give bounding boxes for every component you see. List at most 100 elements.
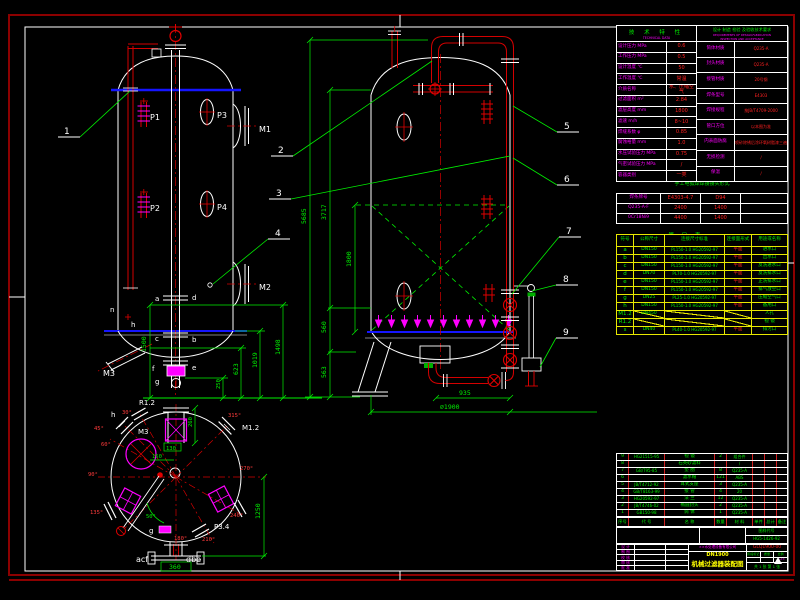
bom-mat: 组合件 bbox=[727, 454, 753, 460]
req-row-value: 以本图为准 bbox=[751, 124, 771, 129]
company-name: ××水处理设备有限公司 bbox=[689, 545, 746, 552]
nozzle-p2 bbox=[137, 189, 150, 218]
callout-3: 3 bbox=[276, 189, 282, 199]
nozzle-h-face: 连接面形式 bbox=[725, 235, 752, 246]
bom-note bbox=[777, 489, 787, 495]
bom-unit-weight bbox=[753, 468, 765, 474]
signature-role: 校 核 bbox=[617, 555, 635, 560]
nozzle-sym: a bbox=[617, 247, 634, 254]
req-row-label: 焊条型号 bbox=[697, 88, 735, 104]
mid-view-dimensions bbox=[305, 36, 597, 416]
tech-row: 气密试验压力 MPa / bbox=[617, 160, 696, 172]
bom-note bbox=[777, 468, 787, 474]
bom-note bbox=[777, 461, 787, 467]
plan-label-m3: M3 bbox=[138, 428, 149, 436]
bom-row: 7 GB/T95-85 垫 圈 8 Q235-A bbox=[617, 468, 787, 475]
bom-note bbox=[777, 503, 787, 509]
nozzle-row: R1.2 视 镜 bbox=[617, 319, 787, 327]
bom-name: 滤水帽 bbox=[665, 475, 715, 481]
weld-row: 焊条牌号 E4303-4.7 D94 bbox=[617, 194, 787, 204]
angle-180: 180° bbox=[174, 536, 187, 542]
signature-name bbox=[635, 545, 666, 550]
dim-1900: ∅1900 bbox=[440, 403, 460, 411]
signature-role: 设 计 bbox=[617, 545, 635, 550]
weld-c3: D94 bbox=[701, 194, 741, 203]
dim-1019: 1019 bbox=[251, 352, 259, 368]
label-p1: P1 bbox=[150, 113, 160, 122]
req-row-value: 喷砂除锈后涂环氧树脂漆三遍 bbox=[735, 139, 787, 145]
tech-row-label: 滤速 m/h bbox=[617, 117, 667, 128]
weld-c3: 1400 bbox=[701, 204, 741, 213]
title-block: 设 计 制 图 校 核 审 核 批 准 ××水处理设备有限公司 DN1900 机… bbox=[616, 544, 788, 571]
cad-drawing-canvas: P1 P2 P3 P4 M1 M2 M3 a d c b f e g h n 1… bbox=[0, 0, 800, 600]
nozzle-name: 人孔 bbox=[765, 311, 774, 317]
nozzle-std: PL40-1.0 HG20592-97 bbox=[665, 327, 725, 334]
tech-row: 过滤面积 m² 2.84 bbox=[617, 95, 696, 107]
signature-date bbox=[666, 550, 688, 554]
nozzle-row: g DN25 PL25-1.0 HG20592-97 平面 压缩空气口 bbox=[617, 295, 787, 303]
sheet-info: 共 1 张 第 1 张 bbox=[753, 563, 781, 569]
bom-row: 3 HG20592-97 法 兰 12 Q235-A bbox=[617, 496, 787, 503]
nozzle-row: a DN150 PL150-1.0 HG20592-97 平面 进水口 bbox=[617, 247, 787, 255]
bom-name: 法 兰 bbox=[665, 496, 715, 502]
nozzle-name: 备用口 bbox=[762, 303, 777, 309]
nozzle-row: s DN40 PL40-1.0 HG20592-97 平面 排污口 bbox=[617, 327, 787, 334]
tech-row-label: 焊缝系数 φ bbox=[617, 128, 667, 138]
nozzle-face: 平面 bbox=[725, 287, 752, 294]
weld-c1: 0Cr18Ni9 bbox=[617, 214, 661, 223]
drawing-title-line2: 机械过滤器装配图 bbox=[691, 560, 744, 569]
angle-50: 50° bbox=[146, 514, 156, 520]
nozzle-p4 bbox=[199, 190, 215, 218]
callout-2: 2 bbox=[278, 146, 284, 156]
plan-label-g: g bbox=[149, 527, 153, 535]
tech-row: 焊缝系数 φ 0.85 bbox=[617, 128, 696, 139]
bom-code: HG21515-95 bbox=[629, 454, 665, 460]
nozzle-row: d DN70 PL70-1.0 HG20592-97 平面 反洗排水口 bbox=[617, 271, 787, 279]
projection-triangle-icon bbox=[774, 557, 782, 564]
dim-3717: 3717 bbox=[320, 204, 328, 220]
tech-rows: 设计压力 MPa 0.6 工作压力 MPa 0.5 设计温度 ℃ 50 工作温度… bbox=[617, 42, 696, 181]
tech-row: 介质名称 水、压缩空气 bbox=[617, 85, 696, 96]
angle-315: 315° bbox=[228, 413, 241, 419]
req-row: 无损检测 / bbox=[697, 150, 787, 167]
nozzle-name: 反洗排水口 bbox=[758, 271, 781, 277]
tech-row-value: 一类 bbox=[676, 172, 687, 179]
weld-c4 bbox=[741, 204, 787, 213]
req-row-label: 无损检测 bbox=[697, 150, 735, 166]
dim-560: 560 bbox=[320, 321, 328, 333]
tech-subtitle: TECHNICAL DATA bbox=[642, 35, 671, 40]
bom-note bbox=[777, 454, 787, 460]
bom-total-weight bbox=[765, 510, 777, 516]
nozzle-size: DN150 bbox=[634, 263, 665, 270]
bom-row: 1 GB150-98 筒 体 1 Q235-A bbox=[617, 510, 787, 516]
signature-role: 制 图 bbox=[617, 550, 635, 555]
weld-row: Q235-A·F 2400 1400 bbox=[617, 204, 787, 214]
req-row: 保温 / bbox=[697, 166, 787, 181]
nozzle-face: 平面 bbox=[725, 327, 752, 334]
label-m1: M1 bbox=[259, 125, 271, 134]
angle-210: 210° bbox=[202, 537, 215, 543]
angle-270: 270° bbox=[240, 466, 253, 472]
bom-name: 石英砂滤料 bbox=[665, 461, 715, 467]
dim-1498: 1498 bbox=[274, 339, 282, 355]
bom-unit-weight bbox=[753, 454, 765, 460]
nozzle-sym: d bbox=[617, 271, 634, 278]
bom-code: JB/T4712-92 bbox=[629, 482, 665, 488]
bom-qty: 2 bbox=[715, 503, 727, 509]
signature-role: 批 准 bbox=[617, 565, 635, 570]
nozzle-size: DN40 bbox=[634, 327, 665, 334]
tech-row-value: 常温 bbox=[676, 75, 687, 82]
dim-1500: 1500 bbox=[140, 336, 148, 352]
bom-name: 垫 圈 bbox=[665, 468, 715, 474]
req-row-value: E4303 bbox=[754, 92, 768, 98]
bom-h-note: 备注 bbox=[777, 518, 787, 524]
code-value: HG5-1426-92 bbox=[753, 536, 780, 542]
bom-unit-weight bbox=[753, 461, 765, 467]
weld-table: 焊条牌号 E4303-4.7 D94 Q235-A·F 2400 1400 0C… bbox=[616, 193, 788, 224]
bom-no: 7 bbox=[617, 468, 629, 474]
req-row: 内表面防腐 喷砂除锈后涂环氧树脂漆三遍 bbox=[697, 135, 787, 151]
scale-label: 比例 bbox=[777, 552, 784, 556]
bom-no: 3 bbox=[617, 496, 629, 502]
nozzle-std: PL150-1.0 HG20592-97 bbox=[665, 263, 725, 270]
nozzle-std: PL70-1.0 HG20592-97 bbox=[665, 271, 725, 278]
